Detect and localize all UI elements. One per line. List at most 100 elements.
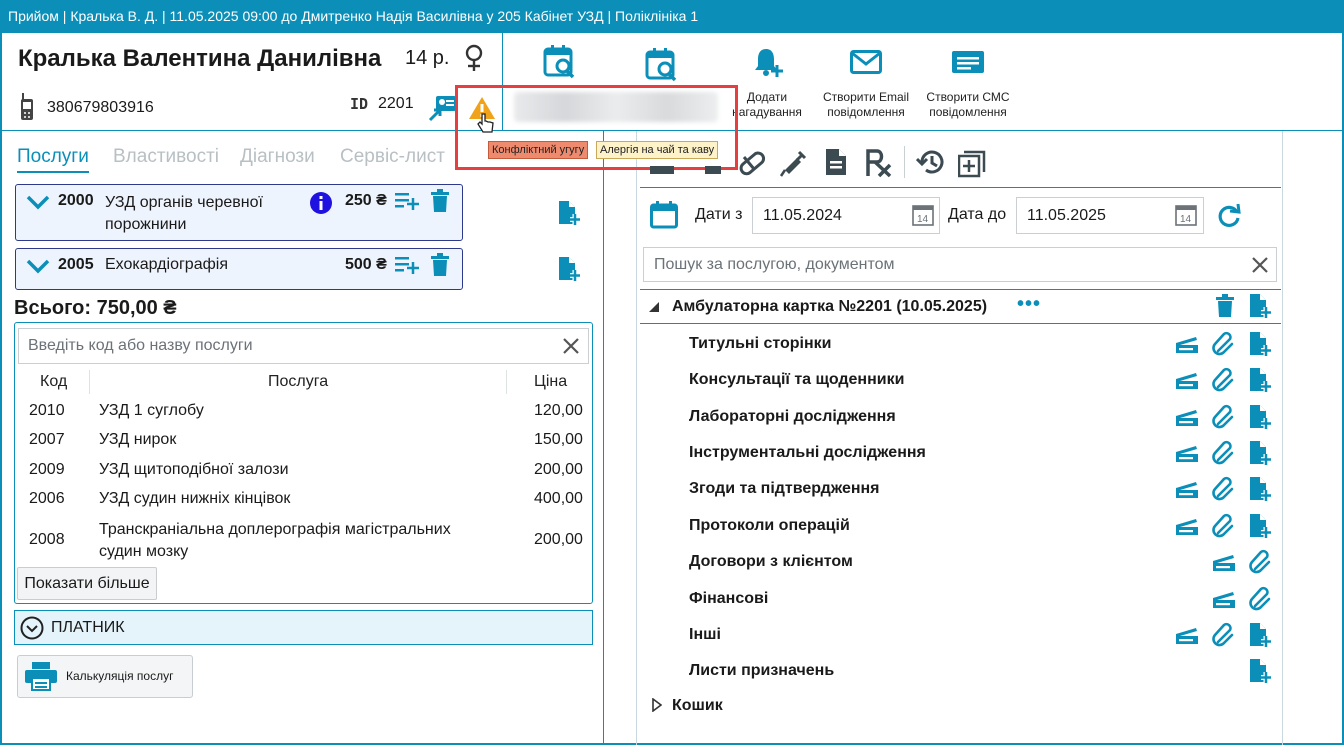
file-plus-icon[interactable]	[1248, 440, 1272, 466]
paperclip-icon[interactable]	[1211, 404, 1237, 430]
tab-properties[interactable]: Властивості	[113, 146, 219, 168]
document-icon[interactable]	[824, 148, 848, 176]
calendar-search-icon-2[interactable]	[645, 47, 679, 83]
table-row-code[interactable]: 2010	[29, 402, 65, 420]
paperclip-icon[interactable]	[1211, 513, 1237, 539]
scanner-icon[interactable]	[1174, 444, 1200, 464]
playlist-add-icon[interactable]	[394, 254, 420, 276]
tree-item[interactable]: Листи призначень	[689, 662, 834, 680]
file-plus-icon[interactable]	[1248, 293, 1272, 319]
paperclip-icon[interactable]	[1211, 367, 1237, 393]
create-email-button[interactable]: Створити Email повідомлення	[816, 90, 916, 120]
file-plus-icon[interactable]	[1248, 367, 1272, 393]
tree-item[interactable]: Фінансові	[689, 590, 768, 608]
sms-message-icon[interactable]	[951, 50, 985, 76]
paperclip-icon[interactable]	[1248, 586, 1274, 612]
show-more-button[interactable]: Показати більше	[17, 567, 157, 600]
envelope-icon[interactable]	[850, 50, 882, 74]
trash-icon[interactable]	[430, 253, 450, 277]
create-sms-button[interactable]: Створити СМС повідомлення	[920, 90, 1016, 120]
history-icon[interactable]	[916, 148, 946, 176]
table-row-code[interactable]: 2009	[29, 461, 65, 479]
file-plus-icon[interactable]	[557, 256, 581, 282]
paperclip-icon[interactable]	[1211, 440, 1237, 466]
column-header-price[interactable]: Ціна	[534, 373, 567, 391]
add-reminder-button[interactable]: Додати нагадування	[728, 90, 806, 120]
service-search-input[interactable]: Введіть код або назву послуги	[18, 328, 589, 364]
scanner-icon[interactable]	[1211, 590, 1237, 610]
scanner-icon[interactable]	[1174, 517, 1200, 537]
scanner-icon[interactable]	[1174, 626, 1200, 646]
scanner-icon[interactable]	[1174, 335, 1200, 355]
table-row-price[interactable]: 120,00	[534, 402, 583, 420]
paperclip-icon[interactable]	[1248, 549, 1274, 575]
more-options-icon[interactable]: •••	[1017, 293, 1041, 316]
tree-trash-label[interactable]: Кошик	[672, 697, 723, 715]
trash-icon[interactable]	[1215, 294, 1235, 318]
file-plus-icon[interactable]	[1248, 513, 1272, 539]
table-row-name[interactable]: УЗД судин нижніх кінцівок	[99, 490, 290, 508]
chevron-circle-down-icon[interactable]	[20, 616, 44, 640]
tab-services[interactable]: Послуги	[17, 146, 89, 173]
scanner-icon[interactable]	[1174, 480, 1200, 500]
file-plus-icon[interactable]	[557, 200, 581, 226]
file-plus-icon[interactable]	[1248, 331, 1272, 357]
tree-item[interactable]: Інші	[689, 626, 721, 644]
scanner-icon[interactable]	[1174, 371, 1200, 391]
calendar-picker-icon[interactable]: 14	[912, 204, 934, 226]
paperclip-icon[interactable]	[1211, 622, 1237, 648]
file-plus-icon[interactable]	[1248, 622, 1272, 648]
table-row-price[interactable]: 200,00	[534, 461, 583, 479]
info-icon[interactable]	[309, 191, 333, 215]
calendar-search-icon[interactable]	[543, 44, 577, 80]
column-header-code[interactable]: Код	[40, 373, 67, 391]
trash-icon[interactable]	[430, 189, 450, 213]
tree-item[interactable]: Згоди та підтвердження	[689, 480, 880, 498]
clear-icon[interactable]	[563, 338, 579, 354]
file-plus-icon[interactable]	[1248, 658, 1272, 684]
tree-item[interactable]: Договори з клієнтом	[689, 553, 853, 571]
tab-diagnoses[interactable]: Діагнози	[240, 146, 315, 168]
table-row-price[interactable]: 400,00	[534, 490, 583, 508]
expanded-triangle-icon[interactable]	[648, 301, 660, 313]
tree-item[interactable]: Протоколи операцій	[689, 517, 850, 535]
table-row-name[interactable]: УЗД нирок	[99, 431, 176, 449]
scanner-icon[interactable]	[1211, 553, 1237, 573]
tab-service-list[interactable]: Сервіс-лист	[340, 146, 445, 168]
refresh-icon[interactable]	[1216, 203, 1242, 229]
document-search-input[interactable]: Пошук за послугою, документом	[643, 247, 1277, 282]
chevron-down-icon[interactable]	[26, 194, 50, 210]
table-row-name[interactable]: УЗД щитоподібної залози	[99, 461, 289, 479]
file-plus-icon[interactable]	[1248, 404, 1272, 430]
scanner-icon[interactable]	[1174, 408, 1200, 428]
payer-section[interactable]: ПЛАТНИК	[14, 610, 593, 645]
paperclip-icon[interactable]	[1211, 476, 1237, 502]
tree-root-label[interactable]: Амбулаторна картка №2201 (10.05.2025)	[672, 298, 987, 316]
playlist-add-icon[interactable]	[394, 190, 420, 212]
clear-icon[interactable]	[1252, 257, 1268, 273]
file-plus-icon[interactable]	[1248, 476, 1272, 502]
partial-toolbar-icon[interactable]	[650, 166, 740, 176]
table-row-price[interactable]: 150,00	[534, 431, 583, 449]
patient-card-icon[interactable]	[428, 94, 458, 122]
collapsed-triangle-icon[interactable]	[652, 698, 662, 712]
chevron-down-icon[interactable]	[26, 258, 50, 274]
table-row-code[interactable]: 2008	[29, 531, 65, 549]
bell-plus-icon[interactable]	[752, 46, 784, 78]
add-copies-icon[interactable]	[958, 148, 988, 178]
table-row-code[interactable]: 2006	[29, 490, 65, 508]
table-row-price[interactable]: 200,00	[534, 531, 583, 549]
table-row-code[interactable]: 2007	[29, 431, 65, 449]
table-row-name[interactable]: УЗД 1 суглобу	[99, 402, 204, 420]
table-row-name[interactable]: Транскраніальна доплерографія магістраль…	[99, 519, 479, 563]
prescription-icon[interactable]	[864, 148, 894, 178]
tree-item[interactable]: Інструментальні дослідження	[689, 444, 926, 462]
tree-item[interactable]: Консультації та щоденники	[689, 371, 904, 389]
pill-icon[interactable]	[736, 149, 766, 177]
syringe-icon[interactable]	[779, 148, 807, 178]
tree-item[interactable]: Титульні сторінки	[689, 335, 832, 353]
tree-item[interactable]: Лабораторні дослідження	[689, 408, 896, 426]
column-header-service[interactable]: Послуга	[268, 373, 328, 391]
calendar-picker-icon[interactable]: 14	[1175, 204, 1197, 226]
paperclip-icon[interactable]	[1211, 331, 1237, 357]
